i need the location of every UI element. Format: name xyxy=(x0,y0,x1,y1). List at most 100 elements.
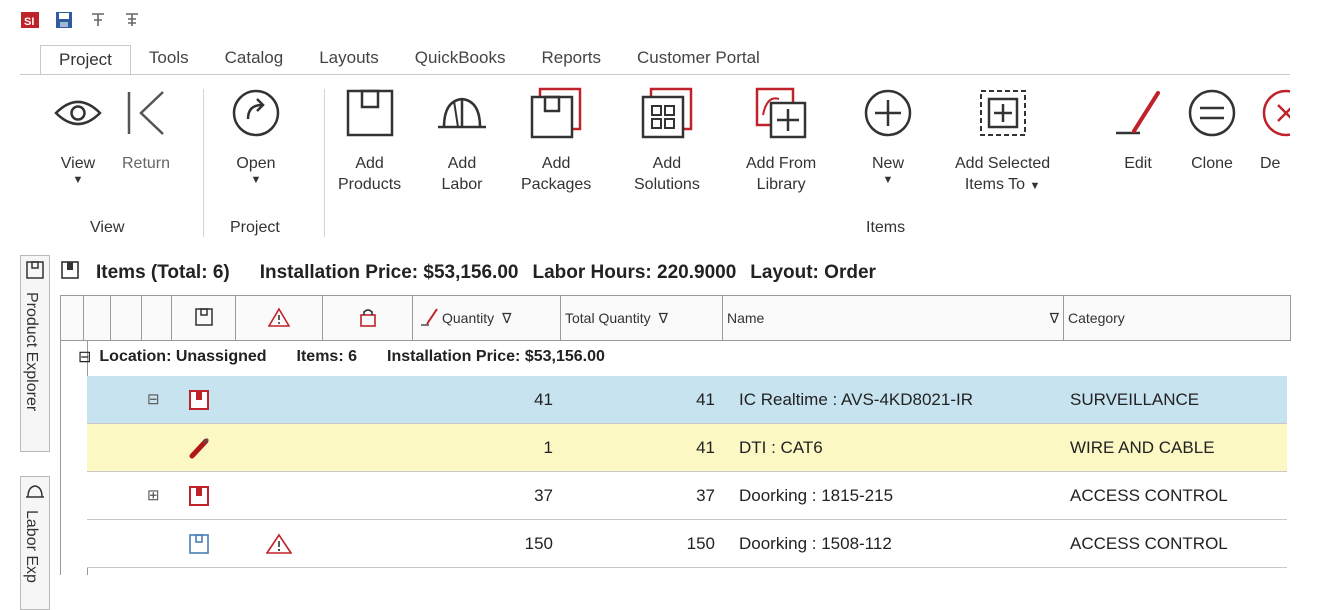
table-row[interactable]: 1 41 DTI : CAT6 WIRE AND CABLE xyxy=(87,424,1287,472)
view-button[interactable]: View ▼ xyxy=(48,83,108,186)
grid-title-bar: Items (Total: 6) Installation Price: $53… xyxy=(60,256,890,290)
filter-icon[interactable]: ∇ xyxy=(1050,310,1059,327)
name-cell: IC Realtime : AVS-4KD8021-IR xyxy=(739,390,973,409)
tab-catalog[interactable]: Catalog xyxy=(207,44,302,74)
ribbon-tabs: Project Tools Catalog Layouts QuickBooks… xyxy=(40,44,778,75)
name-cell: Doorking : 1508-112 xyxy=(739,534,892,553)
collapse-icon[interactable]: ⊟ xyxy=(78,347,91,367)
header-cell[interactable] xyxy=(84,295,111,341)
table-row[interactable]: 150 150 Doorking : 1508-112 ACCESS CONTROL xyxy=(87,520,1287,568)
category-cell: ACCESS CONTROL xyxy=(1070,534,1228,553)
app-logo-icon[interactable]: SI xyxy=(20,10,40,30)
group-items: Items: 6 xyxy=(296,348,357,365)
warning-icon xyxy=(267,306,291,330)
add-selected-icon xyxy=(973,83,1033,143)
view-label: View xyxy=(60,155,96,172)
add-labor-label: Add Labor xyxy=(442,153,483,195)
pencil-icon xyxy=(419,307,439,330)
category-cell: ACCESS CONTROL xyxy=(1070,486,1228,505)
product-explorer-label: Product Explorer xyxy=(23,292,40,412)
total-quantity-cell: 41 xyxy=(696,390,715,409)
warning-icon xyxy=(265,520,293,568)
add-labor-label-line1: Add xyxy=(447,155,477,172)
name-cell: Doorking : 1815-215 xyxy=(739,486,894,505)
add-selected-items-to-button[interactable]: Add Selected Items To ▼ xyxy=(955,83,1050,197)
quantity-cell: 37 xyxy=(534,486,553,505)
pencil-icon xyxy=(1108,83,1168,143)
edit-label: Edit xyxy=(1124,155,1152,172)
open-icon xyxy=(226,83,286,143)
hard-hat-icon xyxy=(25,482,45,507)
return-label: Return xyxy=(121,155,171,172)
quick-access-toolbar: SI xyxy=(20,8,142,32)
product-explorer-icon xyxy=(25,260,45,285)
return-icon xyxy=(116,83,176,143)
add-solutions-button[interactable]: Add Solutions xyxy=(634,83,700,195)
new-button[interactable]: New ▼ xyxy=(858,83,918,186)
header-name[interactable]: Name ∇ xyxy=(723,295,1064,341)
quantity-header-label: Quantity xyxy=(442,310,495,326)
tab-project[interactable]: Project xyxy=(40,45,131,75)
pin-icon[interactable] xyxy=(122,10,142,30)
filter-icon[interactable]: ∇ xyxy=(502,310,511,327)
header-total-quantity[interactable]: Total Quantity ∇ xyxy=(561,295,723,341)
pin-icon[interactable] xyxy=(88,10,108,30)
labor-explorer-label: Labor Exp xyxy=(23,510,40,583)
svg-text:SI: SI xyxy=(24,16,34,28)
add-from-library-button[interactable]: Add From Library xyxy=(746,83,816,195)
header-lock[interactable] xyxy=(323,295,413,341)
add-packages-label: Add Packages xyxy=(521,153,591,195)
save-icon[interactable] xyxy=(54,10,74,30)
add-products-button[interactable]: Add Products xyxy=(338,83,401,195)
items-total: Items (Total: 6) xyxy=(96,262,230,283)
expand-icon[interactable]: ⊞ xyxy=(147,472,160,520)
header-cell[interactable] xyxy=(61,295,84,341)
table-row[interactable]: ⊟ 41 41 IC Realtime : AVS-4KD8021-IR SURVEIL… xyxy=(87,376,1287,424)
chevron-down-icon: ▼ xyxy=(1029,180,1041,192)
edit-button[interactable]: Edit xyxy=(1108,83,1168,174)
add-packages-button[interactable]: Add Packages xyxy=(521,83,591,195)
header-warning[interactable] xyxy=(236,295,323,341)
add-labor-button[interactable]: Add Labor xyxy=(432,83,492,195)
package-icon xyxy=(188,472,210,520)
tab-customer-portal[interactable]: Customer Portal xyxy=(619,44,778,74)
header-cell[interactable] xyxy=(111,295,142,341)
package-icon xyxy=(188,376,210,424)
clone-button[interactable]: Clone xyxy=(1182,83,1242,174)
add-packages-label-line1: Add xyxy=(541,155,571,172)
add-from-library-label: Add From Library xyxy=(746,153,816,195)
header-quantity[interactable]: Quantity ∇ xyxy=(413,295,561,341)
header-cell[interactable] xyxy=(142,295,172,341)
group-row[interactable]: ⊟ Location: Unassigned Items: 6 Installa… xyxy=(60,341,1290,373)
ribbon-separator xyxy=(324,89,325,237)
group-price: Installation Price: $53,156.00 xyxy=(387,348,605,365)
delete-icon xyxy=(1260,83,1290,143)
solutions-icon xyxy=(637,83,697,143)
collapse-icon[interactable]: ⊟ xyxy=(147,376,160,424)
chevron-down-icon: ▼ xyxy=(72,174,84,186)
quantity-cell: 150 xyxy=(524,534,553,553)
package-icon xyxy=(526,83,586,143)
hard-hat-icon xyxy=(432,83,492,143)
delete-label: De xyxy=(1260,155,1281,172)
table-row[interactable]: ⊞ 37 37 Doorking : 1815-215 ACCESS CONTROL xyxy=(87,472,1287,520)
open-button[interactable]: Open ▼ xyxy=(226,83,286,186)
items-icon xyxy=(60,260,80,286)
lock-icon xyxy=(358,307,378,330)
header-type[interactable] xyxy=(172,295,236,341)
tab-layouts[interactable]: Layouts xyxy=(301,44,397,74)
return-button[interactable]: Return xyxy=(116,83,176,174)
library-icon xyxy=(751,83,811,143)
labor-hours: Labor Hours: 220.9000 xyxy=(532,262,737,283)
group-location: Location: Unassigned xyxy=(99,348,267,365)
tab-quickbooks[interactable]: QuickBooks xyxy=(397,44,524,74)
tab-tools[interactable]: Tools xyxy=(131,44,207,74)
tab-reports[interactable]: Reports xyxy=(523,44,619,74)
delete-button[interactable]: De xyxy=(1260,83,1290,174)
total-quantity-header-label: Total Quantity xyxy=(565,310,651,326)
filter-icon[interactable]: ∇ xyxy=(659,310,668,327)
open-label: Open xyxy=(236,155,276,172)
chevron-down-icon: ▼ xyxy=(250,174,262,186)
header-category[interactable]: Category xyxy=(1064,295,1291,341)
wire-icon xyxy=(188,424,210,472)
